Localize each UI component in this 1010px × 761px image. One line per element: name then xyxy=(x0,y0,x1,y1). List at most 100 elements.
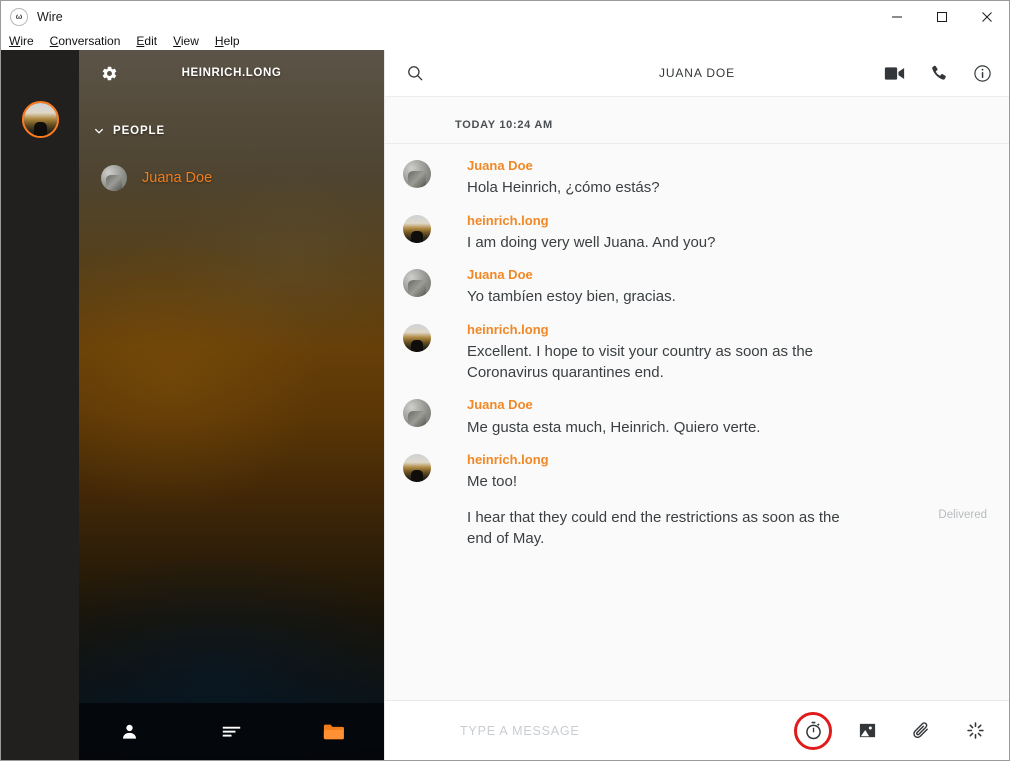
info-icon xyxy=(973,64,991,82)
day-separator: TODAY 10:24 AM xyxy=(385,103,1009,144)
avatar-image xyxy=(403,454,431,483)
wire-window: ω Wire Wire Conversation Edit View Help … xyxy=(0,0,1010,761)
conversation-name: Juana Doe xyxy=(142,170,213,186)
maximize-button[interactable] xyxy=(919,1,964,32)
conversation-list: Juana Doe xyxy=(79,156,384,200)
menu-wire-label: ire xyxy=(20,34,34,48)
message-row: heinrich.long Me too! xyxy=(385,452,1009,493)
avatar xyxy=(403,160,431,188)
account-name: HEINRICH.LONG xyxy=(181,67,282,79)
message-sender: Juana Doe xyxy=(467,158,533,173)
contacts-button[interactable] xyxy=(79,703,181,760)
conversation-list-item[interactable]: Juana Doe xyxy=(79,156,384,200)
sidebar-header: HEINRICH.LONG xyxy=(79,50,384,96)
message-input[interactable] xyxy=(385,722,799,739)
message-row: I hear that they could end the restricti… xyxy=(467,507,1009,550)
menu-view-mnemonic: V xyxy=(173,34,181,48)
archive-button[interactable] xyxy=(282,703,384,760)
message-sender: Juana Doe xyxy=(467,267,533,283)
conversations-button[interactable] xyxy=(181,703,283,760)
composer-actions xyxy=(794,711,1009,750)
menu-help-mnemonic: H xyxy=(214,34,224,48)
search-button[interactable] xyxy=(401,59,429,87)
message-status: Delivered xyxy=(938,508,987,521)
menubar: Wire Conversation Edit View Help xyxy=(1,32,1009,50)
avatar-image xyxy=(403,269,431,298)
message-row: Juana Doe Hola Heinrich, ¿cómo estás? xyxy=(385,158,1009,199)
phone-icon xyxy=(931,65,946,80)
chevron-down-icon xyxy=(95,128,103,134)
section-label-people: PEOPLE xyxy=(113,125,166,137)
avatar xyxy=(403,399,431,428)
menu-conversation-label: onversation xyxy=(58,34,121,48)
menu-wire-mnemonic: W xyxy=(9,34,21,48)
folder-icon xyxy=(323,724,344,739)
menu-wire[interactable]: Wire xyxy=(9,35,34,47)
message-sender: heinrich.long xyxy=(467,452,549,468)
add-file-button[interactable] xyxy=(907,717,935,745)
minimize-button[interactable] xyxy=(874,1,919,32)
avatar-image xyxy=(403,399,431,428)
search-icon xyxy=(408,66,423,81)
ephemeral-timer-button[interactable] xyxy=(794,711,832,750)
avatar xyxy=(403,454,431,483)
message-text: Excellent. I hope to visit your country … xyxy=(467,342,818,382)
close-button[interactable] xyxy=(964,1,1009,32)
settings-button[interactable] xyxy=(97,61,121,85)
message-row: heinrich.long Excellent. I hope to visit… xyxy=(385,322,1009,384)
message-text: Me too! xyxy=(467,473,518,491)
video-camera-icon xyxy=(884,66,904,80)
avatar xyxy=(403,269,431,298)
ping-icon xyxy=(966,722,984,739)
image-icon xyxy=(859,723,875,738)
menu-edit-label: dit xyxy=(144,34,158,48)
paperclip-icon xyxy=(912,722,928,739)
video-call-button[interactable] xyxy=(879,58,909,88)
avatar-image xyxy=(403,160,431,188)
maximize-icon xyxy=(936,11,947,22)
menu-help-label: elp xyxy=(223,34,240,48)
message-row: heinrich.long I am doing very well Juana… xyxy=(385,213,1009,254)
menu-conversation[interactable]: Conversation xyxy=(50,35,121,47)
message-composer xyxy=(385,700,1009,760)
voice-call-button[interactable] xyxy=(923,58,953,88)
message-row: Juana Doe Yo tambíen estoy bien, gracias… xyxy=(385,267,1009,308)
conversation-pane: JUANA DOE TODAY 10:24 AM Juana Doe Hola … xyxy=(384,50,1009,760)
account-rail xyxy=(1,50,79,760)
gear-icon xyxy=(102,66,116,80)
window-title: Wire xyxy=(37,9,63,24)
avatar-image xyxy=(403,214,431,243)
message-text: I hear that they could end the restricti… xyxy=(467,508,844,547)
account-avatar[interactable] xyxy=(22,101,59,138)
message-text: Yo tambíen estoy bien, gracias. xyxy=(467,288,676,306)
section-header-people[interactable]: PEOPLE xyxy=(79,116,384,146)
day-separator-label: TODAY 10:24 AM xyxy=(455,119,553,131)
conversation-info-button[interactable] xyxy=(967,58,997,88)
message-sender: heinrich.long xyxy=(467,212,549,228)
conversation-header: JUANA DOE xyxy=(385,50,1009,97)
avatar xyxy=(403,323,431,352)
app-body: HEINRICH.LONG PEOPLE Juana Doe JUANA DOE… xyxy=(1,50,1009,760)
avatar xyxy=(403,214,431,243)
avatar-image xyxy=(101,165,127,191)
person-icon xyxy=(123,724,137,739)
titlebar-left: ω Wire xyxy=(1,7,63,26)
minimize-icon xyxy=(891,16,902,17)
avatar-image xyxy=(403,323,431,352)
menu-edit[interactable]: Edit xyxy=(136,35,157,47)
message-text: Hola Heinrich, ¿cómo estás? xyxy=(467,179,660,197)
message-text: I am doing very well Juana. And you? xyxy=(467,233,716,251)
message-sender: heinrich.long xyxy=(467,321,549,337)
list-icon xyxy=(222,726,241,737)
conversation-actions xyxy=(879,58,997,88)
message-text: Me gusta esta much, Heinrich. Quiero ver… xyxy=(467,418,761,436)
message-list[interactable]: TODAY 10:24 AM Juana Doe Hola Heinrich, … xyxy=(385,97,1009,700)
conversation-sidebar: HEINRICH.LONG PEOPLE Juana Doe xyxy=(79,50,384,760)
avatar xyxy=(101,165,127,191)
add-image-button[interactable] xyxy=(853,717,881,745)
menu-view-label: iew xyxy=(180,34,199,48)
menu-help[interactable]: Help xyxy=(215,35,240,47)
menu-view[interactable]: View xyxy=(173,35,199,47)
ping-button[interactable] xyxy=(961,717,989,745)
